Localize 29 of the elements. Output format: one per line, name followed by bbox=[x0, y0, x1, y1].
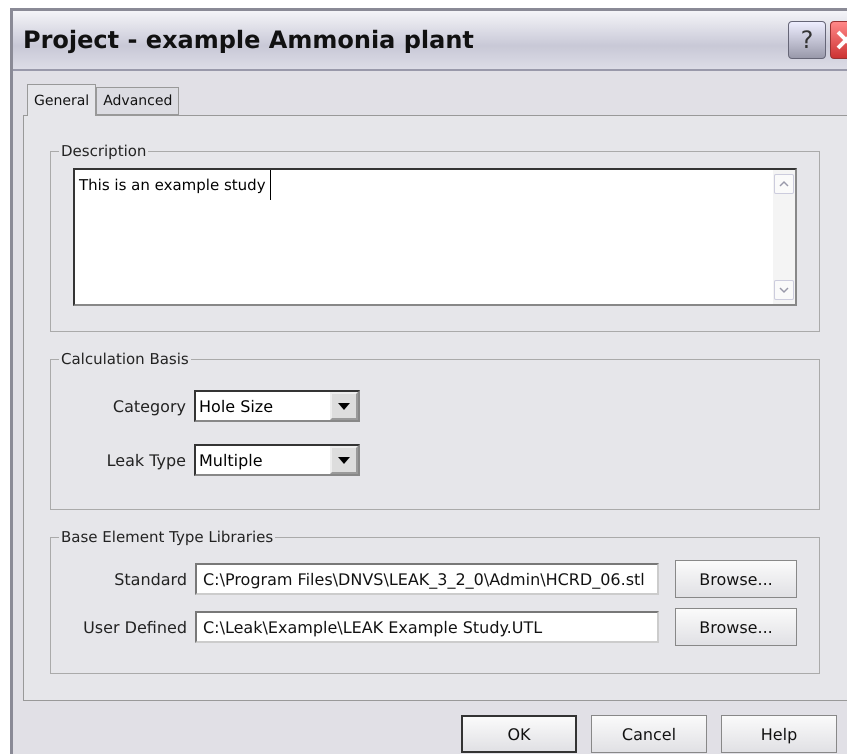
dropdown-field[interactable]: Hole Size bbox=[194, 390, 360, 422]
dropdown-field[interactable]: Multiple bbox=[194, 444, 360, 476]
dropdown-button[interactable] bbox=[330, 446, 358, 474]
dialog-button[interactable]: Help bbox=[721, 715, 837, 753]
tab[interactable]: Advanced bbox=[96, 87, 180, 115]
field-label: User Defined bbox=[82, 618, 187, 636]
dialog-button[interactable]: Cancel bbox=[591, 715, 707, 753]
caret-icon bbox=[338, 402, 350, 410]
group-title: Calculation Basis bbox=[60, 350, 190, 368]
tab[interactable]: General bbox=[27, 84, 96, 116]
browse-button[interactable]: Browse... bbox=[675, 608, 797, 646]
description-field[interactable]: This is an example study bbox=[73, 168, 797, 306]
window-title: Project - example Ammonia plant bbox=[23, 26, 475, 54]
path-field[interactable]: C:\Program Files\DNVS\LEAK_3_2_0\Admin\HCRD_06.stl bbox=[195, 563, 659, 595]
caret-icon bbox=[338, 456, 350, 464]
browse-button[interactable]: Browse... bbox=[675, 560, 797, 598]
field-label: Standard bbox=[113, 570, 187, 588]
field-label: Leak Type bbox=[106, 450, 186, 470]
field-label: Category bbox=[112, 396, 186, 416]
description-text: This is an example study bbox=[75, 170, 271, 200]
scroll-up-icon[interactable] bbox=[774, 174, 794, 194]
scrollbar[interactable] bbox=[772, 170, 795, 304]
dropdown-button[interactable] bbox=[330, 392, 358, 420]
help-button[interactable]: ? bbox=[788, 21, 826, 59]
group-title: Base Element Type Libraries bbox=[60, 528, 274, 546]
scroll-down-icon[interactable] bbox=[774, 280, 794, 300]
path-field[interactable]: C:\Leak\Example\LEAK Example Study.UTL bbox=[195, 611, 659, 643]
dialog-button[interactable]: OK bbox=[461, 715, 577, 753]
group-title: Description bbox=[60, 142, 148, 160]
